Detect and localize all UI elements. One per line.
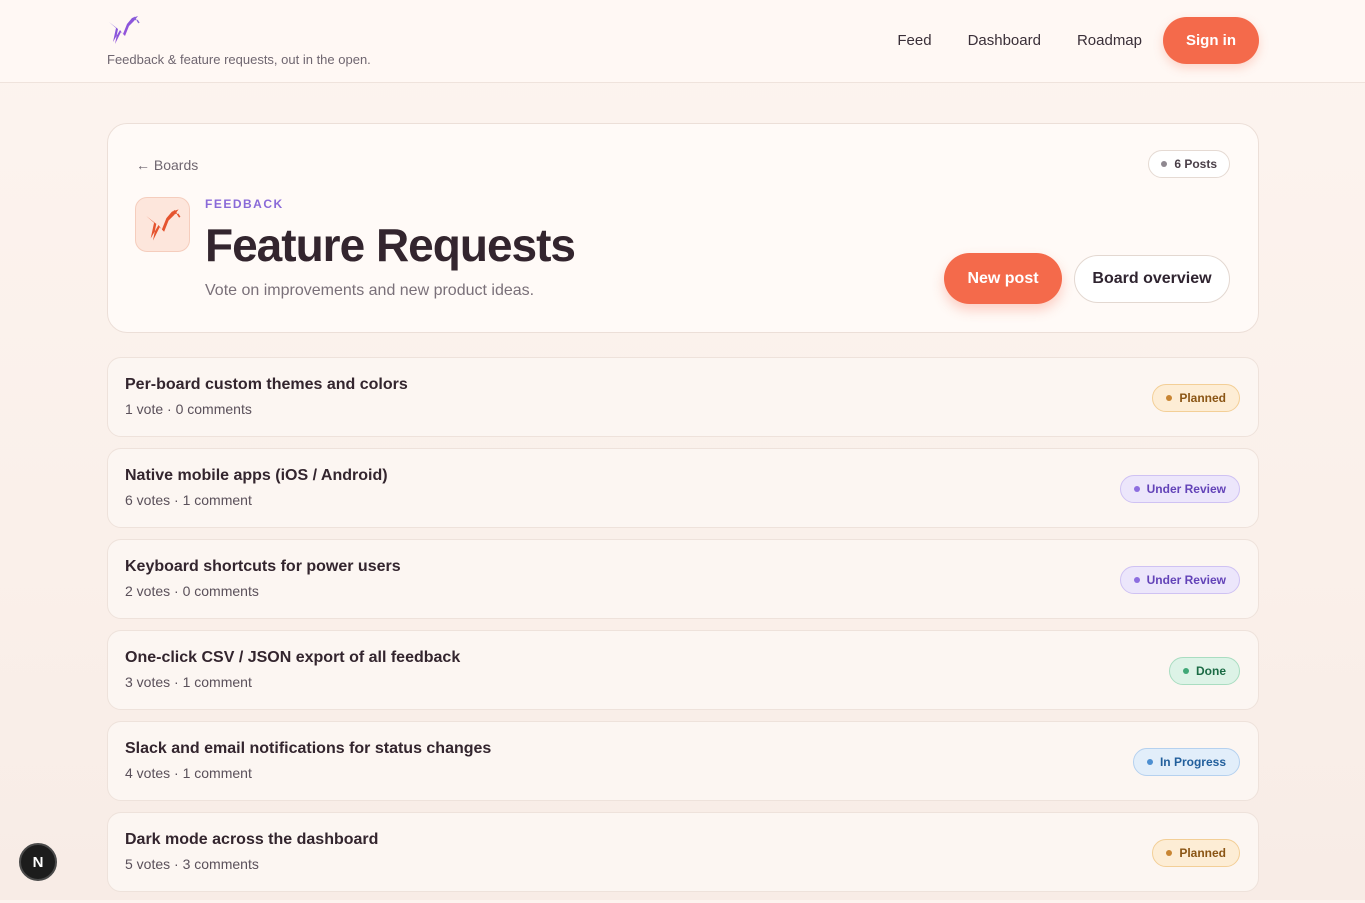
- status-label: Planned: [1179, 391, 1226, 405]
- post-meta: 5 votes · 3 comments: [125, 856, 259, 872]
- nav-dashboard-link[interactable]: Dashboard: [968, 32, 1041, 49]
- post-card[interactable]: Slack and email notifications for status…: [107, 721, 1259, 801]
- post-meta: 3 votes · 1 comment: [125, 674, 252, 690]
- status-label: Planned: [1179, 846, 1226, 860]
- hummingbird-board-icon: [145, 208, 180, 241]
- post-card[interactable]: One-click CSV / JSON export of all feedb…: [107, 630, 1259, 710]
- post-meta: 2 votes · 0 comments: [125, 583, 259, 599]
- hummingbird-logo-icon[interactable]: [107, 14, 141, 46]
- post-list: Per-board custom themes and colors 1 vot…: [107, 357, 1259, 903]
- board-header-card: ← Boards 6 Posts FEEDBACK Feature Reques…: [107, 123, 1259, 333]
- page-title: Feature Requests: [205, 219, 576, 271]
- post-title[interactable]: Dark mode across the dashboard: [125, 831, 378, 849]
- nav-roadmap-link[interactable]: Roadmap: [1077, 32, 1142, 49]
- sign-in-button[interactable]: Sign in: [1163, 17, 1259, 64]
- status-dot-icon: [1166, 395, 1173, 401]
- nav-feed-link[interactable]: Feed: [897, 32, 931, 49]
- status-badge: Done: [1169, 657, 1240, 685]
- top-navigation-bar: Feedback & feature requests, out in the …: [0, 0, 1365, 83]
- status-dot-icon: [1166, 850, 1173, 856]
- dot-icon: [1161, 161, 1168, 167]
- status-dot-icon: [1183, 668, 1189, 674]
- site-tagline: Feedback & feature requests, out in the …: [107, 52, 371, 67]
- board-overview-button[interactable]: Board overview: [1074, 255, 1230, 303]
- status-dot-icon: [1133, 486, 1140, 492]
- post-meta: 4 votes · 1 comment: [125, 765, 252, 781]
- new-post-button[interactable]: New post: [944, 253, 1062, 304]
- status-label: Done: [1196, 664, 1226, 678]
- post-meta: 1 vote · 0 comments: [125, 401, 252, 417]
- posts-count-label: 6 Posts: [1174, 157, 1217, 171]
- status-label: In Progress: [1159, 755, 1226, 769]
- board-category-label: FEEDBACK: [205, 197, 284, 211]
- status-badge: Under Review: [1119, 475, 1240, 503]
- dev-tools-badge[interactable]: N: [19, 843, 57, 881]
- status-label: Under Review: [1146, 573, 1226, 587]
- status-label: Under Review: [1146, 482, 1226, 496]
- main-nav: Feed Dashboard Roadmap Sign in: [897, 17, 1259, 64]
- post-title[interactable]: Slack and email notifications for status…: [125, 740, 491, 758]
- board-description: Vote on improvements and new product ide…: [205, 282, 535, 299]
- post-title[interactable]: One-click CSV / JSON export of all feedb…: [125, 649, 460, 667]
- status-badge: In Progress: [1132, 748, 1240, 776]
- brand: Feedback & feature requests, out in the …: [107, 14, 371, 67]
- post-card[interactable]: Dark mode across the dashboard 5 votes ·…: [107, 812, 1259, 892]
- post-title[interactable]: Native mobile apps (iOS / Android): [125, 467, 388, 485]
- status-dot-icon: [1133, 577, 1140, 583]
- status-badge: Planned: [1152, 839, 1240, 867]
- post-title[interactable]: Keyboard shortcuts for power users: [125, 558, 401, 576]
- post-meta: 6 votes · 1 comment: [125, 492, 252, 508]
- status-badge: Under Review: [1119, 566, 1240, 594]
- post-card[interactable]: Keyboard shortcuts for power users 2 vot…: [107, 539, 1259, 619]
- post-title[interactable]: Per-board custom themes and colors: [125, 376, 408, 394]
- status-dot-icon: [1146, 759, 1153, 765]
- back-to-boards-link[interactable]: ← Boards: [136, 157, 198, 173]
- status-badge: Planned: [1152, 384, 1240, 412]
- post-card[interactable]: Native mobile apps (iOS / Android) 6 vot…: [107, 448, 1259, 528]
- posts-count-badge: 6 Posts: [1148, 150, 1230, 178]
- post-card[interactable]: Per-board custom themes and colors 1 vot…: [107, 357, 1259, 437]
- board-icon: [135, 197, 190, 252]
